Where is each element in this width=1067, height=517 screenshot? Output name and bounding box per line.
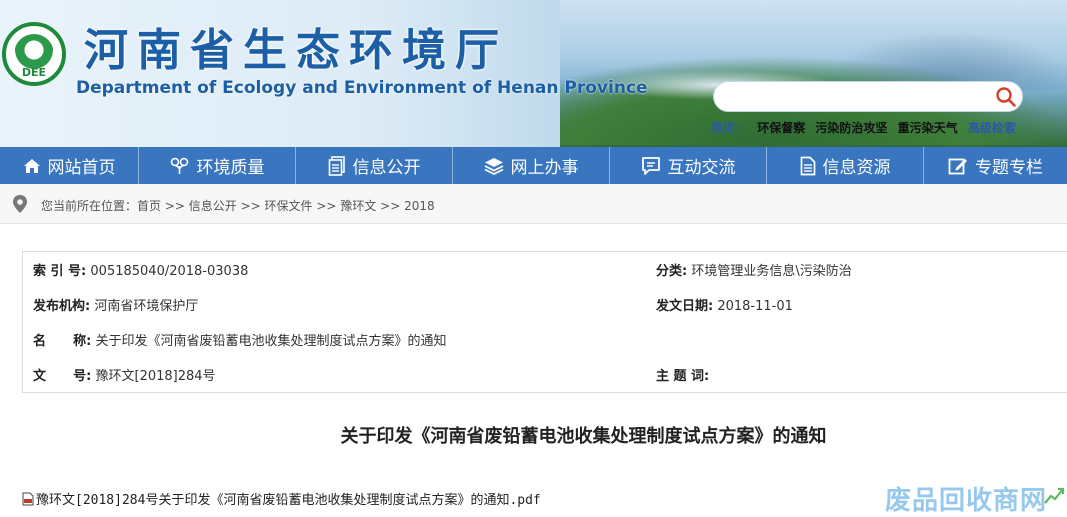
document-icon (328, 155, 345, 176)
keywords-label: 主 题 词: (656, 369, 710, 384)
name-value: 关于印发《河南省废铅蓄电池收集处理制度试点方案》的通知 (95, 334, 447, 349)
breadcrumb: 您当前所在位置：首页 >> 信息公开 >> 环保文件 >> 豫环文 >> 201… (0, 184, 1067, 224)
nav-item-environment[interactable]: 环境质量 (139, 147, 295, 184)
site-header: DEE 河南省生态环境厅 Department of Ecology and E… (0, 0, 1067, 147)
docno-label: 文 号: (33, 369, 92, 384)
category-value: 环境管理业务信息\污染防治 (691, 264, 852, 279)
location-pin-icon (13, 195, 27, 213)
index-value: 005185040/2018-03038 (90, 264, 249, 279)
logo-text: DEE (21, 66, 47, 79)
date-label: 发文日期: (656, 299, 714, 314)
site-name-cn: 河南省生态环境厅 (84, 25, 508, 76)
breadcrumb-prefix: 您当前所在位置： (41, 199, 138, 213)
article-title: 关于印发《河南省废铅蓄电池收集处理制度试点方案》的通知 (340, 426, 827, 447)
breadcrumb-link[interactable]: 首页 (137, 199, 161, 213)
hot-word-link[interactable]: 重污染天气 (898, 121, 958, 135)
breadcrumb-link[interactable]: 豫环文 (340, 199, 376, 213)
site-name-en: Department of Ecology and Environment of… (76, 78, 648, 98)
document-meta-table: 索 引 号: 005185040/2018-03038 分类: 环境管理业务信息… (22, 251, 1067, 393)
nav-item-special-topics[interactable]: 专题专栏 (924, 147, 1067, 184)
nav-item-interaction[interactable]: 互动交流 (610, 147, 766, 184)
main-nav: 网站首页 环境质量 信息公开 网上办事 互动交流 信息资源 专题专栏 (0, 147, 1067, 184)
publisher-value: 河南省环境保护厅 (94, 299, 199, 314)
hot-word-link[interactable]: 环保督察 (757, 121, 805, 135)
leaf-icon (170, 157, 188, 174)
nav-label: 信息公开 (352, 158, 421, 178)
nav-item-home[interactable]: 网站首页 (0, 147, 138, 184)
article-title-wrap: 关于印发《河南省废铅蓄电池收集处理制度试点方案》的通知 (0, 422, 1067, 448)
hot-words: 热词： 环保督察 污染防治攻坚 重污染天气 高级检索 (711, 119, 1022, 136)
edit-icon (948, 158, 967, 174)
search-icon[interactable] (993, 84, 1019, 110)
nav-label: 网上办事 (510, 158, 579, 178)
nav-item-online-service[interactable]: 网上办事 (453, 147, 609, 184)
home-icon (23, 158, 40, 173)
index-label: 索 引 号: (33, 264, 87, 279)
nav-label: 环境质量 (196, 158, 265, 178)
nav-label: 专题专栏 (975, 158, 1043, 178)
chart-trend-icon (1044, 487, 1065, 504)
hot-word-link[interactable]: 污染防治攻坚 (815, 121, 887, 135)
search-box (713, 81, 1023, 112)
nav-item-info-public[interactable]: 信息公开 (296, 147, 452, 184)
breadcrumb-link[interactable]: 信息公开 (189, 199, 237, 213)
layers-icon (484, 157, 503, 175)
meta-row: 发布机构: 河南省环境保护厅 发文日期: 2018-11-01 (23, 287, 1067, 321)
breadcrumb-separator: >> (161, 199, 189, 213)
watermark-text: 废品回收商网 (885, 486, 1048, 516)
attachment-link[interactable]: 豫环文[2018]284号关于印发《河南省废铅蓄电池收集处理制度试点方案》的通知… (22, 489, 541, 508)
nav-item-info-resource[interactable]: 信息资源 (767, 147, 923, 184)
breadcrumb-separator: >> (376, 199, 405, 213)
publisher-label: 发布机构: (33, 299, 91, 314)
hot-words-label: 热词： (711, 121, 748, 135)
meta-row: 名 称: 关于印发《河南省废铅蓄电池收集处理制度试点方案》的通知 (23, 322, 1067, 356)
breadcrumb-link[interactable]: 环保文件 (265, 199, 313, 213)
name-label: 名 称: (33, 334, 92, 349)
site-logo[interactable]: DEE (2, 22, 66, 86)
breadcrumb-separator: >> (312, 199, 341, 213)
file-icon (800, 156, 815, 175)
nav-label: 信息资源 (822, 158, 891, 178)
meta-row: 索 引 号: 005185040/2018-03038 分类: 环境管理业务信息… (23, 252, 1067, 286)
search-input[interactable] (726, 87, 990, 109)
category-label: 分类: (656, 264, 688, 279)
date-value: 2018-11-01 (717, 299, 793, 314)
nav-label: 网站首页 (47, 158, 116, 178)
docno-value: 豫环文[2018]284号 (95, 369, 216, 384)
pdf-file-icon (22, 492, 34, 505)
chat-icon (641, 156, 660, 175)
meta-row: 文 号: 豫环文[2018]284号 主 题 词: (23, 357, 1067, 391)
breadcrumb-link[interactable]: 2018 (404, 199, 435, 213)
breadcrumb-separator: >> (236, 199, 265, 213)
attachment-filename: 豫环文[2018]284号关于印发《河南省废铅蓄电池收集处理制度试点方案》的通知… (36, 493, 541, 508)
breadcrumb-text: 您当前所在位置：首页 >> 信息公开 >> 环保文件 >> 豫环文 >> 201… (41, 197, 435, 214)
nav-label: 互动交流 (667, 158, 736, 178)
advanced-search-link[interactable]: 高级检索 (968, 121, 1016, 135)
